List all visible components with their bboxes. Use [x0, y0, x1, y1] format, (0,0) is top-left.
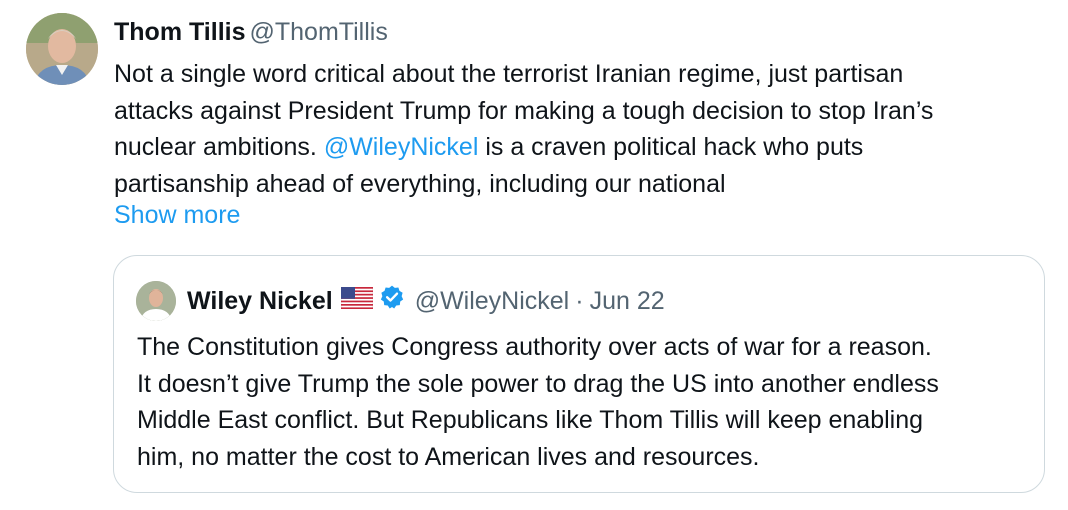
show-more-link[interactable]: Show more	[114, 199, 240, 231]
quoted-author-handle[interactable]: @WileyNickel	[415, 285, 570, 317]
tweet[interactable]: Thom Tillis @ThomTillis Not a single word…	[0, 0, 1068, 510]
us-flag-icon	[340, 285, 373, 317]
person-avatar-icon	[136, 281, 176, 321]
quoted-author-display-name[interactable]: Wiley Nickel	[187, 285, 333, 317]
quoted-author-avatar[interactable]	[136, 281, 176, 321]
mention-link[interactable]: @WileyNickel	[324, 133, 479, 161]
quoted-tweet-line: The Constitution gives Congress authorit…	[137, 333, 932, 361]
quoted-tweet-card[interactable]: Wiley Nickel @WileyNickel · Jun 22 The C…	[113, 255, 1045, 493]
person-avatar-icon	[26, 13, 98, 85]
verified-badge-icon	[379, 284, 405, 318]
tweet-header: Thom Tillis @ThomTillis	[114, 16, 388, 48]
author-avatar[interactable]	[26, 13, 98, 85]
tweet-body-line: attacks against President Trump for maki…	[114, 96, 934, 125]
author-display-name[interactable]: Thom Tillis	[114, 18, 246, 46]
tweet-body: Not a single word critical about the ter…	[114, 56, 1044, 202]
tweet-body-line: nuclear ambitions. @WileyNickel is a cra…	[114, 129, 1044, 166]
tweet-body-text: nuclear ambitions.	[114, 133, 324, 161]
author-handle[interactable]: @ThomTillis	[250, 18, 388, 46]
separator-dot: ·	[575, 287, 584, 315]
tweet-body-line: partisanship ahead of everything, includ…	[114, 169, 726, 198]
quoted-tweet-date[interactable]: Jun 22	[590, 285, 665, 317]
quoted-tweet-line: him, no matter the cost to American live…	[137, 442, 760, 471]
quoted-tweet-body: The Constitution gives Congress authorit…	[137, 329, 1037, 475]
quoted-tweet-line: Middle East conflict. But Republicans li…	[137, 406, 924, 434]
quoted-tweet-line: It doesn’t give Trump the sole power to …	[137, 369, 939, 398]
tweet-body-line: Not a single word critical about the ter…	[114, 60, 904, 88]
tweet-body-text: is a craven political hack who puts	[478, 133, 864, 161]
quoted-tweet-header: Wiley Nickel @WileyNickel · Jun 22	[187, 284, 665, 318]
